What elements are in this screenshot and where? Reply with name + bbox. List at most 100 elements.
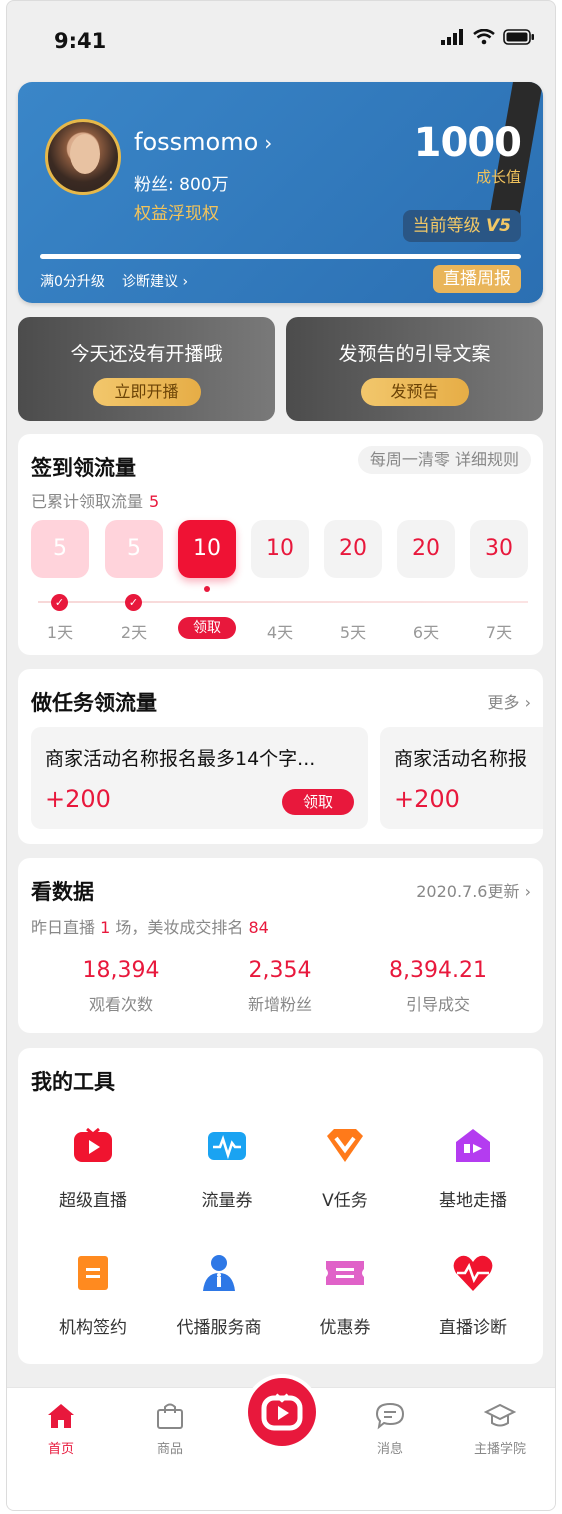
status-bar: 9:41 [7, 1, 555, 79]
check-icon: ✓ [51, 594, 68, 611]
checkin-day-5: 20 [324, 520, 382, 578]
bag-icon [157, 1403, 183, 1429]
document-icon [78, 1256, 108, 1290]
go-live-button[interactable] [248, 1378, 316, 1446]
update-link[interactable]: 2020.7.6更新 › [416, 878, 531, 902]
task-name: 商家活动名称报 [394, 748, 528, 770]
claim-today-button[interactable]: 领取 [178, 617, 236, 639]
go-live-fab[interactable] [244, 1374, 320, 1450]
avatar[interactable] [45, 119, 121, 195]
tool-agent-provider[interactable]: 代播服务商 [154, 1251, 284, 1338]
home-icon [48, 1404, 74, 1428]
graduation-cap-icon [483, 1403, 517, 1427]
stat-label: 新增粉丝 [247, 995, 312, 1014]
tv-play-icon [74, 1127, 112, 1162]
checkin-day-2: 5 [105, 520, 163, 578]
day-label: 4天 [266, 623, 294, 642]
more-link[interactable]: 更多 › [487, 689, 531, 713]
stat-views[interactable]: 18,394 观看次数 [51, 958, 191, 1015]
day-label: 7天 [485, 623, 513, 642]
pulse-ticket-icon [208, 1132, 246, 1160]
start-live-button[interactable]: 立即开播 [92, 378, 201, 406]
growth-score-label: 成长值 [475, 168, 521, 186]
tool-base-tour[interactable]: 基地走播 [408, 1124, 538, 1211]
battery-icon [503, 29, 534, 45]
accumulated-value: 5 [149, 492, 160, 511]
tab-academy[interactable]: 主播学院 [450, 1402, 550, 1457]
status-time: 9:41 [54, 29, 107, 53]
stat-sales[interactable]: 8,394.21 引导成交 [368, 958, 508, 1015]
tab-products[interactable]: 商品 [120, 1402, 220, 1457]
tab-home[interactable]: 首页 [11, 1402, 111, 1457]
upgrade-hint: 满0分升级 [40, 274, 105, 290]
live-camera-icon [261, 1393, 303, 1431]
wifi-icon [473, 29, 495, 45]
chevron-right-icon: › [264, 131, 273, 155]
checkin-day-4: 10 [251, 520, 309, 578]
tab-label: 商品 [156, 1442, 183, 1457]
data-card: 看数据 2020.7.6更新 › 昨日直播 1 场，美妆成交排名 84 18,3… [18, 858, 543, 1033]
diagnosis-link[interactable]: 诊断建议 › [122, 271, 188, 291]
v-badge-icon [327, 1129, 363, 1162]
tool-v-task[interactable]: V任务 [280, 1124, 410, 1211]
tasks-title: 做任务领流量 [31, 691, 157, 715]
coupon-icon [326, 1261, 364, 1285]
tab-label: 消息 [376, 1442, 403, 1457]
tab-messages[interactable]: 消息 [340, 1402, 440, 1457]
tasks-card: 做任务领流量 更多 › 商家活动名称报名最多14个字... +200 领取 商家… [18, 669, 543, 844]
level-label: 当前等级 [412, 216, 481, 236]
stat-new-fans[interactable]: 2,354 新增粉丝 [210, 958, 350, 1015]
tool-traffic-coupon[interactable]: 流量券 [162, 1124, 292, 1211]
signal-icon [441, 29, 463, 45]
data-title: 看数据 [31, 880, 94, 904]
summary-text: 昨日直播 [31, 918, 96, 937]
chevron-right-icon: › [524, 882, 531, 901]
tool-label: 直播诊断 [439, 1318, 507, 1338]
profile-name-link[interactable]: fossmomo › [134, 128, 272, 156]
growth-score: 1000 [413, 120, 522, 166]
level-badge[interactable]: 当前等级 V5 [402, 210, 521, 242]
fans-count: 粉丝: 800万 [134, 175, 229, 195]
rights-label[interactable]: 权益浮现权 [134, 199, 219, 224]
checkin-title: 签到领流量 [31, 456, 136, 480]
profile-name: fossmomo [134, 128, 259, 156]
task-item[interactable]: 商家活动名称报 +200 [380, 727, 543, 829]
checkin-timeline [38, 601, 528, 603]
tab-label: 主播学院 [473, 1442, 526, 1457]
summary-text: 场，美妆成交排名 [115, 918, 244, 937]
task-reward: +200 [394, 785, 460, 813]
phone-screen: 9:41 fossmomo › 粉丝: 800万 权益浮现权 1000 成长值 当… [6, 0, 556, 1511]
day-label: 2天 [120, 623, 148, 642]
task-name: 商家活动名称报名最多14个字... [45, 748, 316, 770]
tool-label: 基地走播 [439, 1191, 507, 1211]
checkin-day-6: 20 [397, 520, 455, 578]
go-live-promo: 今天还没有开播哦 立即开播 [18, 317, 275, 421]
tab-label: 首页 [47, 1442, 74, 1457]
checkin-card: 签到领流量 每周一清零 详细规则 已累计领取流量 5 5 ✓ 1天 5 ✓ 2天 10 领取 10… [18, 434, 543, 655]
more-label: 更多 [487, 693, 520, 712]
claim-button[interactable]: 领取 [282, 789, 354, 815]
promo-title: 今天还没有开播哦 [70, 343, 223, 365]
tool-live-diagnosis[interactable]: 直播诊断 [408, 1251, 538, 1338]
agent-icon [203, 1255, 235, 1291]
checkin-day-3[interactable]: 10 [178, 520, 236, 578]
tool-coupon[interactable]: 优惠券 [280, 1251, 410, 1338]
data-summary: 昨日直播 1 场，美妆成交排名 84 [31, 914, 269, 938]
checkin-day-7: 30 [470, 520, 528, 578]
day-label: 1天 [46, 623, 74, 642]
growth-progress-bar [40, 254, 521, 259]
task-item[interactable]: 商家活动名称报名最多14个字... +200 领取 [31, 727, 368, 829]
preview-promo: 发预告的引导文案 发预告 [286, 317, 543, 421]
stat-value: 2,354 [248, 958, 312, 983]
stat-value: 18,394 [82, 958, 160, 983]
tool-label: 超级直播 [59, 1191, 127, 1211]
tool-agency-sign[interactable]: 机构签约 [28, 1251, 158, 1338]
diagnosis-label: 诊断建议 [122, 274, 178, 290]
tool-label: 机构签约 [59, 1318, 127, 1338]
system-icons [441, 29, 535, 45]
post-preview-button[interactable]: 发预告 [360, 378, 469, 406]
weekly-report-button[interactable]: 直播周报 [433, 265, 521, 293]
rules-link[interactable]: 每周一清零 详细规则 [357, 446, 531, 474]
chevron-right-icon: › [182, 274, 189, 290]
tool-super-live[interactable]: 超级直播 [28, 1124, 158, 1211]
